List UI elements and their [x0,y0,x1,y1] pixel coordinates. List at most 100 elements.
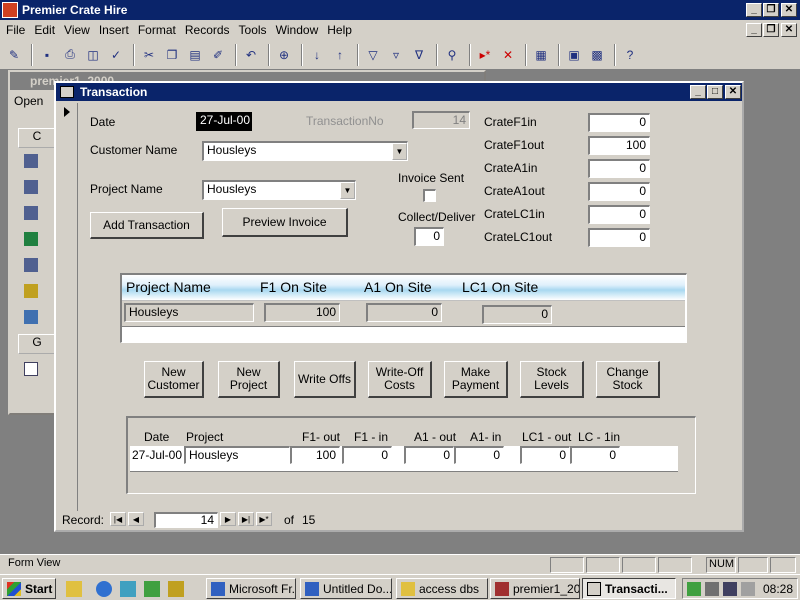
detail-lc1-out-cell[interactable]: 0 [520,446,570,464]
crate-a1in-field[interactable]: 0 [588,159,650,178]
invoice-sent-checkbox[interactable] [423,189,436,202]
form-close-button[interactable]: ✕ [725,85,741,99]
new-object-icon[interactable]: ▩ [587,45,607,65]
menu-window[interactable]: Window [276,23,319,37]
access-app-icon[interactable] [2,2,18,18]
current-record-field[interactable]: 14 [154,512,218,528]
crate-lc1out-field[interactable]: 0 [588,228,650,247]
change-stock-button[interactable]: Change Stock [596,361,660,398]
collect-deliver-field[interactable]: 0 [414,227,444,246]
add-transaction-button[interactable]: Add Transaction [90,212,204,239]
filter-by-form-icon[interactable]: ▿ [386,45,406,65]
form-maximize-button[interactable]: □ [707,85,723,99]
apply-filter-icon[interactable]: ∇ [409,45,429,65]
make-payment-button[interactable]: Make Payment [444,361,508,398]
hyperlink-icon[interactable]: ⊕ [274,45,294,65]
help-icon[interactable]: ? [620,45,640,65]
project-name-combo[interactable]: Housleys ▼ [202,180,356,200]
form-icon[interactable] [60,86,74,98]
cut-icon[interactable]: ✂ [139,45,159,65]
first-record-icon[interactable]: |◀ [110,512,126,526]
tables-icon[interactable] [24,154,38,168]
quick-launch-icon[interactable] [144,581,160,597]
record-selector[interactable] [60,103,78,511]
find-icon[interactable]: ⚲ [442,45,462,65]
menu-tools[interactable]: Tools [239,23,267,37]
detail-f1-in-cell[interactable]: 0 [342,446,392,464]
detail-a1-in-cell[interactable]: 0 [454,446,504,464]
menu-view[interactable]: View [64,23,90,37]
stock-levels-button[interactable]: Stock Levels [520,361,584,398]
reports-icon[interactable] [24,232,38,246]
detail-f1-out-cell[interactable]: 100 [290,446,340,464]
doc-minimize-button[interactable]: _ [746,23,762,37]
task-microsoft-frontpage[interactable]: Microsoft Fr... [206,578,296,599]
format-painter-icon[interactable]: ✐ [208,45,228,65]
doc-restore-button[interactable]: ❐ [763,23,779,37]
new-record-nav-icon[interactable]: ▶* [256,512,272,526]
modules-icon[interactable] [24,310,38,324]
menu-edit[interactable]: Edit [34,23,55,37]
menu-file[interactable]: File [6,23,25,37]
volume-icon[interactable] [705,582,719,596]
minimize-app-button[interactable]: _ [746,3,762,17]
tray-icon[interactable] [687,582,701,596]
previous-record-icon[interactable]: ◀ [128,512,144,526]
menu-insert[interactable]: Insert [99,23,129,37]
save-icon[interactable]: ▪ [37,45,57,65]
task-untitled-document[interactable]: Untitled Do... [300,578,392,599]
properties-icon[interactable]: ▦ [531,45,551,65]
task-access-dbs[interactable]: access dbs [396,578,488,599]
filter-by-selection-icon[interactable]: ▽ [363,45,383,65]
date-field[interactable]: 27-Jul-00 [196,112,252,131]
outlook-express-icon[interactable] [120,581,136,597]
groups-bar-button[interactable]: G [18,334,56,354]
next-record-icon[interactable]: ▶ [220,512,236,526]
write-off-costs-button[interactable]: Write-Off Costs [368,361,432,398]
favorites-icon[interactable] [24,362,38,376]
tray-icon[interactable] [741,582,755,596]
task-premier-database[interactable]: premier1_20... [490,578,580,599]
write-offs-button[interactable]: Write Offs [294,361,356,398]
undo-icon[interactable]: ↶ [241,45,261,65]
form-minimize-button[interactable]: _ [690,85,706,99]
close-app-button[interactable]: ✕ [781,3,797,17]
forms-icon[interactable] [24,206,38,220]
crate-a1out-field[interactable]: 0 [588,182,650,201]
database-window-icon[interactable]: ▣ [564,45,584,65]
print-preview-icon[interactable]: ◫ [83,45,103,65]
detail-project-cell[interactable]: Housleys [184,446,290,464]
sort-descending-icon[interactable]: ↑ [330,45,350,65]
task-transaction[interactable]: Transacti... [582,578,676,599]
macros-icon[interactable] [24,284,38,298]
menu-help[interactable]: Help [327,23,352,37]
paste-icon[interactable]: ▤ [185,45,205,65]
design-view-icon[interactable]: ✎ [4,45,24,65]
new-project-button[interactable]: New Project [218,361,280,398]
print-icon[interactable]: ⎙ [60,45,80,65]
internet-explorer-icon[interactable] [96,581,112,597]
sort-ascending-icon[interactable]: ↓ [307,45,327,65]
delete-record-icon[interactable]: ✕ [498,45,518,65]
crate-f1out-field[interactable]: 100 [588,136,650,155]
new-record-icon[interactable]: ▸* [475,45,495,65]
chevron-down-icon[interactable]: ▼ [392,143,407,160]
menu-records[interactable]: Records [185,23,230,37]
queries-icon[interactable] [24,180,38,194]
restore-app-button[interactable]: ❐ [763,3,779,17]
doc-close-button[interactable]: ✕ [781,23,797,37]
clock[interactable]: 08:28 [763,582,793,596]
detail-a1-out-cell[interactable]: 0 [404,446,454,464]
preview-invoice-button[interactable]: Preview Invoice [222,208,348,237]
show-desktop-icon[interactable] [66,581,82,597]
database-open-button[interactable]: Open [14,94,54,112]
tray-icon[interactable] [723,582,737,596]
new-customer-button[interactable]: New Customer [144,361,204,398]
start-button[interactable]: Start [2,578,56,599]
pages-icon[interactable] [24,258,38,272]
spelling-icon[interactable]: ✓ [106,45,126,65]
last-record-icon[interactable]: ▶| [238,512,254,526]
quick-launch-icon[interactable] [168,581,184,597]
chevron-down-icon[interactable]: ▼ [340,182,355,199]
detail-lc1-in-cell[interactable]: 0 [570,446,620,464]
